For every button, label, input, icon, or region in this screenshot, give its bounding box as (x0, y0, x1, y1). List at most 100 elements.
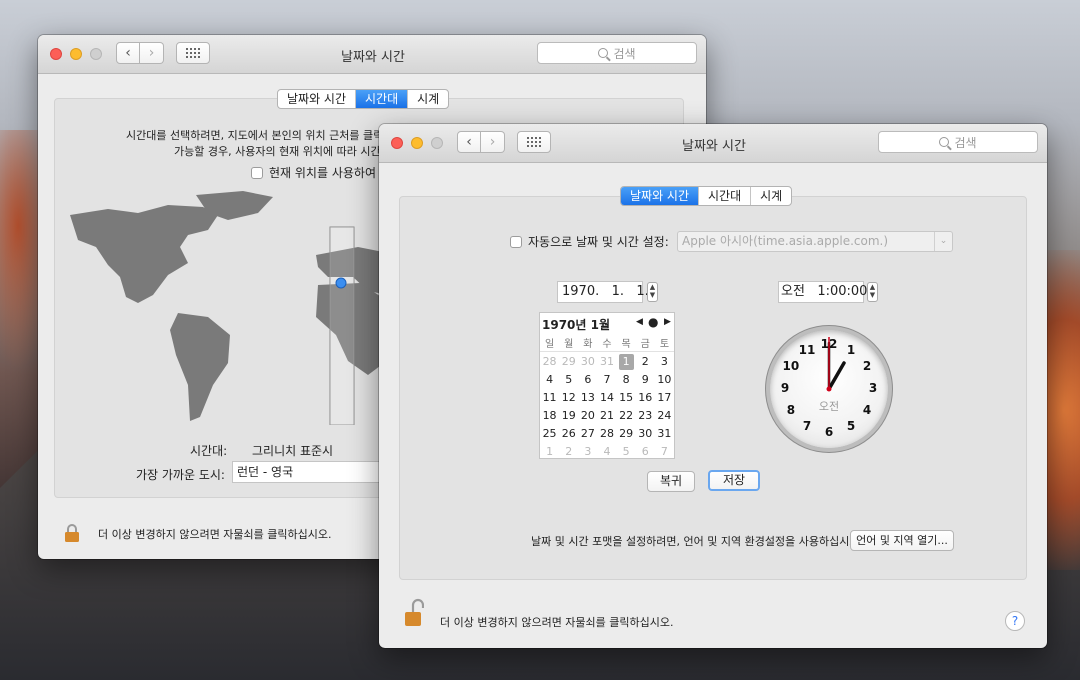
date-field[interactable]: 1970. 1. 1. (557, 281, 649, 303)
search-field[interactable]: 검색 (878, 131, 1038, 153)
calendar-day[interactable]: 12 (559, 389, 578, 407)
front-tab-bar: 날짜와 시간 시간대 시계 (620, 186, 793, 206)
north-america (70, 205, 218, 303)
calendar-day[interactable]: 31 (655, 425, 674, 443)
tab-clock[interactable]: 시계 (407, 90, 448, 108)
calendar-day[interactable]: 18 (540, 407, 559, 425)
time-stepper[interactable]: ▲ ▼ (867, 282, 878, 302)
revert-button[interactable]: 복귀 (647, 471, 695, 492)
help-button[interactable]: ? (1005, 611, 1025, 631)
calendar-day[interactable]: 14 (597, 389, 616, 407)
calendar-day[interactable]: 30 (578, 353, 597, 371)
weekday-header: 화 (583, 339, 593, 350)
use-location-label: 현재 위치를 사용하여 (269, 166, 376, 180)
calendar-day[interactable]: 20 (578, 407, 597, 425)
show-all-button[interactable] (517, 131, 551, 153)
today-dot-icon[interactable]: ● (648, 315, 658, 329)
calendar-day[interactable]: 24 (655, 407, 674, 425)
calendar-day[interactable]: 5 (617, 443, 636, 461)
clock-center (826, 386, 832, 392)
calendar-day[interactable]: 4 (540, 371, 559, 389)
forward-nav-button[interactable]: › (481, 131, 505, 153)
lock-closed-icon[interactable] (64, 524, 80, 542)
closest-city-field[interactable]: 런던 - 영국 (232, 461, 382, 483)
calendar-day[interactable]: 1 (540, 443, 559, 461)
show-all-button[interactable] (176, 42, 210, 64)
back-tab-bar: 날짜와 시간 시간대 시계 (277, 89, 450, 109)
calendar-day[interactable]: 26 (559, 425, 578, 443)
tab-timezone[interactable]: 시간대 (698, 187, 750, 205)
auto-set-checkbox[interactable] (510, 235, 522, 248)
use-location-checkbox[interactable] (251, 166, 263, 179)
auto-set-row[interactable]: 자동으로 날짜 및 시간 설정: (510, 233, 669, 250)
zoom-window-button[interactable] (90, 48, 102, 60)
calendar-day[interactable]: 11 (540, 389, 559, 407)
auto-set-label: 자동으로 날짜 및 시간 설정: (528, 235, 669, 249)
calendar-day[interactable]: 28 (540, 353, 559, 371)
calendar-day[interactable]: 16 (636, 389, 655, 407)
calendar-day[interactable]: 19 (559, 407, 578, 425)
calendar-day[interactable]: 13 (578, 389, 597, 407)
calendar-day[interactable]: 21 (597, 407, 616, 425)
calendar-day[interactable]: 6 (636, 443, 655, 461)
time-server-select[interactable]: Apple 아시아(time.asia.apple.com.) ⌄ (677, 231, 953, 252)
date-stepper[interactable]: ▲ ▼ (647, 282, 658, 302)
calendar-day[interactable]: 3 (655, 353, 674, 371)
calendar[interactable]: 1970년 1월 ◀ ● ▶ 일월화수목금토 28 29 30 31 1 2 3 4 5 6 7 8 9… (539, 312, 675, 459)
calendar-day[interactable]: 7 (655, 443, 674, 461)
calendar-day[interactable]: 1 (618, 354, 634, 370)
minimize-window-button[interactable] (411, 137, 423, 149)
close-window-button[interactable] (50, 48, 62, 60)
next-month-icon[interactable]: ▶ (664, 317, 671, 327)
calendar-day[interactable]: 6 (578, 371, 597, 389)
tab-clock[interactable]: 시계 (750, 187, 791, 205)
lock-hint: 더 이상 변경하지 않으려면 자물쇠를 클릭하십시오. (440, 616, 674, 629)
search-field[interactable]: 검색 (537, 42, 697, 64)
close-window-button[interactable] (391, 137, 403, 149)
weekday-header: 토 (659, 339, 670, 350)
time-field[interactable]: 오전 1:00:00 (778, 281, 867, 303)
calendar-day[interactable]: 23 (636, 407, 655, 425)
hour-hand (827, 361, 846, 391)
lock-open-icon[interactable] (404, 598, 424, 630)
calendar-day[interactable]: 17 (655, 389, 674, 407)
calendar-day[interactable]: 29 (559, 353, 578, 371)
search-icon (598, 48, 609, 58)
calendar-day[interactable]: 25 (540, 425, 559, 443)
front-titlebar: ‹ › 날짜와 시간 검색 (379, 124, 1047, 163)
minimize-window-button[interactable] (70, 48, 82, 60)
tab-date-time[interactable]: 날짜와 시간 (621, 187, 699, 205)
calendar-day[interactable]: 29 (617, 425, 636, 443)
timezone-band-highlight (330, 227, 354, 425)
tab-timezone[interactable]: 시간대 (355, 90, 408, 108)
calendar-day[interactable]: 2 (636, 353, 655, 371)
calendar-day[interactable]: 4 (597, 443, 616, 461)
tab-date-time[interactable]: 날짜와 시간 (278, 90, 355, 108)
calendar-day[interactable]: 15 (617, 389, 636, 407)
open-language-region-button[interactable]: 언어 및 지역 열기... (850, 530, 954, 551)
calendar-day[interactable]: 3 (578, 443, 597, 461)
calendar-day[interactable]: 30 (636, 425, 655, 443)
calendar-day[interactable]: 5 (559, 371, 578, 389)
zoom-window-button[interactable] (431, 137, 443, 149)
back-nav-button[interactable]: ‹ (457, 131, 481, 153)
calendar-day[interactable]: 10 (655, 371, 674, 389)
use-location-row[interactable]: 현재 위치를 사용하여 (251, 164, 376, 181)
south-america (170, 313, 230, 421)
forward-nav-button[interactable]: › (140, 42, 164, 64)
save-button[interactable]: 저장 (708, 470, 760, 491)
search-placeholder: 검색 (954, 135, 977, 150)
calendar-day[interactable]: 2 (559, 443, 578, 461)
calendar-day[interactable]: 31 (597, 353, 616, 371)
calendar-day[interactable]: 22 (617, 407, 636, 425)
calendar-day[interactable]: 27 (578, 425, 597, 443)
back-nav-button[interactable]: ‹ (116, 42, 140, 64)
prev-month-icon[interactable]: ◀ (636, 317, 643, 327)
calendar-days: 28 29 30 31 1 2 3 4 5 6 7 8 9 10 11 12 13 14 15 16 17 18 19 20 2… (540, 353, 674, 461)
calendar-day[interactable]: 8 (617, 371, 636, 389)
calendar-day[interactable]: 9 (636, 371, 655, 389)
world-map[interactable] (68, 185, 388, 425)
window-title: 날짜와 시간 (682, 139, 746, 154)
calendar-day[interactable]: 7 (597, 371, 616, 389)
calendar-day[interactable]: 28 (597, 425, 616, 443)
